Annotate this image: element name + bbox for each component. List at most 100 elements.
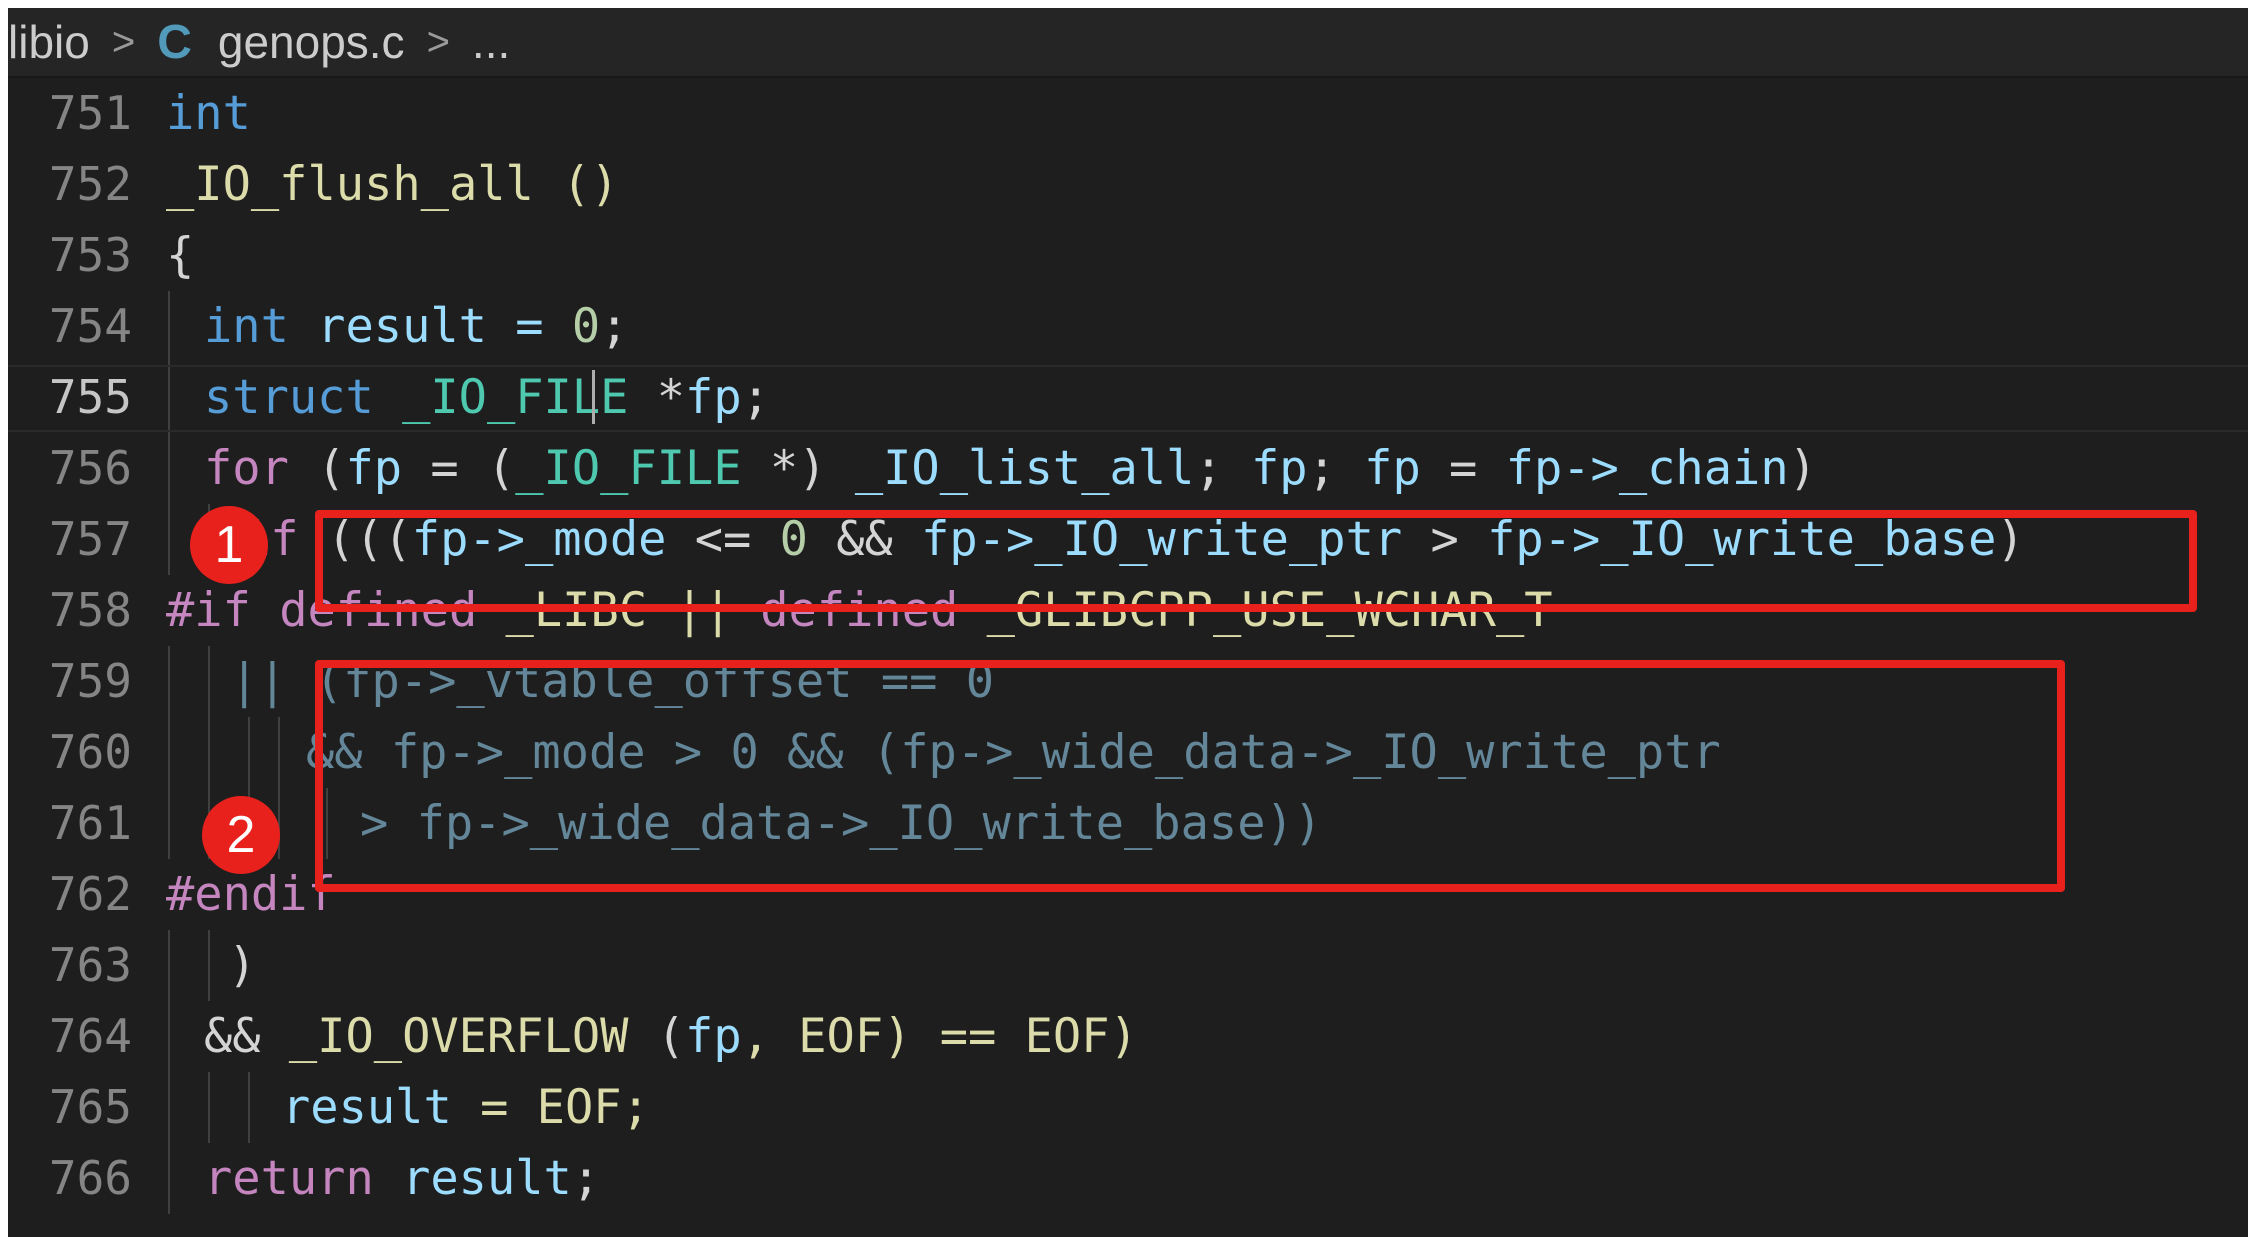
indent-guide xyxy=(248,1072,250,1143)
token: *) xyxy=(741,441,855,496)
token: > xyxy=(1402,512,1488,567)
token: _IO_flush_all () xyxy=(166,157,619,212)
token: ; xyxy=(1194,441,1251,496)
chevron-right-icon: > xyxy=(426,19,450,64)
code-text-inactive: > fp->_wide_data->_IO_write_base)) xyxy=(360,788,1322,859)
token: = ( xyxy=(402,441,516,496)
token: ) xyxy=(1788,441,1817,496)
token: _GLIBCPP_USE_WCHAR_T xyxy=(958,583,1553,638)
code-text: && _IO_OVERFLOW (fp, EOF) == EOF) xyxy=(204,1001,1138,1072)
breadcrumb-more[interactable]: ... xyxy=(472,15,510,69)
code-text: result = EOF; xyxy=(282,1072,650,1143)
code-text: struct _IO_FILE *fp; xyxy=(204,362,770,433)
token: ( xyxy=(288,441,346,496)
indent-guide xyxy=(168,362,170,433)
token: struct xyxy=(204,370,374,425)
token: 0 xyxy=(779,512,808,567)
code-text: ) xyxy=(228,930,256,1001)
code-text: for (fp = (_IO_FILE *) _IO_list_all; fp;… xyxy=(204,433,1817,504)
token: || (fp->_vtable_offset == 0 xyxy=(230,654,995,709)
code-line[interactable]: 760 && fp->_mode > 0 && (fp->_wide_data-… xyxy=(8,717,2248,788)
token: result xyxy=(282,1080,452,1135)
token: fp->_IO_write_ptr xyxy=(921,512,1403,567)
token: #if xyxy=(166,583,251,638)
token: ((( xyxy=(298,512,412,567)
token: _IO_OVERFLOW xyxy=(288,1009,629,1064)
token: = xyxy=(1420,441,1506,496)
token: && fp->_mode > 0 && (fp->_wide_data->_IO… xyxy=(306,725,1721,780)
code-text: { xyxy=(166,220,194,291)
code-area[interactable]: 751 int 752 _IO_flush_all () 753 { 754 i… xyxy=(8,78,2248,1214)
line-number: 766 xyxy=(48,1151,132,1205)
code-text: _IO_flush_all () xyxy=(166,149,619,220)
token: > fp->_wide_data->_IO_write_base)) xyxy=(360,796,1323,851)
token: fp->_IO_write_base xyxy=(1487,512,1997,567)
indent-guide xyxy=(208,1072,210,1143)
line-number: 757 xyxy=(48,512,132,566)
token: ; xyxy=(600,299,629,354)
code-editor[interactable]: libio > C genops.c > ... 751 int 752 _IO… xyxy=(8,8,2248,1237)
token: _LIBC || xyxy=(477,583,761,638)
code-line[interactable]: 757 if (((fp->_mode <= 0 && fp->_IO_writ… xyxy=(8,504,2248,575)
line-number: 761 xyxy=(48,796,132,850)
code-line[interactable]: 758 #if defined _LIBC || defined _GLIBCP… xyxy=(8,575,2248,646)
token: * xyxy=(628,370,686,425)
code-line[interactable]: 753 { xyxy=(8,220,2248,291)
line-number: 755 xyxy=(48,370,132,424)
token: return xyxy=(204,1151,374,1206)
indent-guide xyxy=(326,788,328,859)
code-line-current[interactable]: 755 struct _IO_FILE *fp; xyxy=(8,362,2248,433)
line-number: 764 xyxy=(48,1009,132,1063)
token: _IO_list_all xyxy=(854,441,1195,496)
code-line[interactable]: 761 > fp->_wide_data->_IO_write_base)) xyxy=(8,788,2248,859)
code-text-inactive: || (fp->_vtable_offset == 0 xyxy=(230,646,994,717)
line-number: 754 xyxy=(48,299,132,353)
line-number: 758 xyxy=(48,583,132,637)
token: <= xyxy=(666,512,780,567)
line-number: 765 xyxy=(48,1080,132,1134)
text-cursor xyxy=(592,370,595,424)
indent-guide xyxy=(248,717,250,788)
line-number: 760 xyxy=(48,725,132,779)
code-line[interactable]: 763 ) xyxy=(8,930,2248,1001)
code-line[interactable]: 765 result = EOF; xyxy=(8,1072,2248,1143)
code-line[interactable]: 762 #endif xyxy=(8,859,2248,930)
token: fp xyxy=(685,1009,742,1064)
indent-guide xyxy=(168,788,170,859)
indent-guide xyxy=(208,717,210,788)
indent-guide xyxy=(168,717,170,788)
code-line[interactable]: 754 int result = 0; xyxy=(8,291,2248,362)
annotation-marker-2: 2 xyxy=(202,796,280,874)
token: fp xyxy=(1250,441,1308,496)
code-line[interactable]: 759 || (fp->_vtable_offset == 0 xyxy=(8,646,2248,717)
token: fp xyxy=(1364,441,1421,496)
line-number: 762 xyxy=(48,867,132,921)
breadcrumb-folder[interactable]: libio xyxy=(8,15,90,69)
code-line[interactable]: 752 _IO_flush_all () xyxy=(8,149,2248,220)
indent-guide xyxy=(278,717,280,788)
code-line[interactable]: 764 && _IO_OVERFLOW (fp, EOF) == EOF) xyxy=(8,1001,2248,1072)
indent-guide xyxy=(208,930,210,1001)
line-number: 763 xyxy=(48,938,132,992)
annotation-marker-1: 1 xyxy=(190,506,268,584)
token: ) xyxy=(228,938,257,993)
indent-guide xyxy=(208,646,210,717)
breadcrumb-file[interactable]: genops.c xyxy=(218,15,405,69)
chevron-right-icon: > xyxy=(111,19,136,64)
token: fp->_chain xyxy=(1505,441,1789,496)
code-line[interactable]: 766 return result; xyxy=(8,1143,2248,1214)
token: , EOF) == EOF) xyxy=(741,1009,1138,1064)
token: ( xyxy=(628,1009,686,1064)
token: #endif xyxy=(166,867,336,922)
indent-guide xyxy=(168,1072,170,1143)
token: int xyxy=(204,299,289,354)
token: for xyxy=(204,441,289,496)
code-line[interactable]: 751 int xyxy=(8,78,2248,149)
code-line[interactable]: 756 for (fp = (_IO_FILE *) _IO_list_all;… xyxy=(8,433,2248,504)
token: fp xyxy=(685,370,742,425)
token: && xyxy=(204,1009,289,1064)
token: ; xyxy=(741,370,770,425)
